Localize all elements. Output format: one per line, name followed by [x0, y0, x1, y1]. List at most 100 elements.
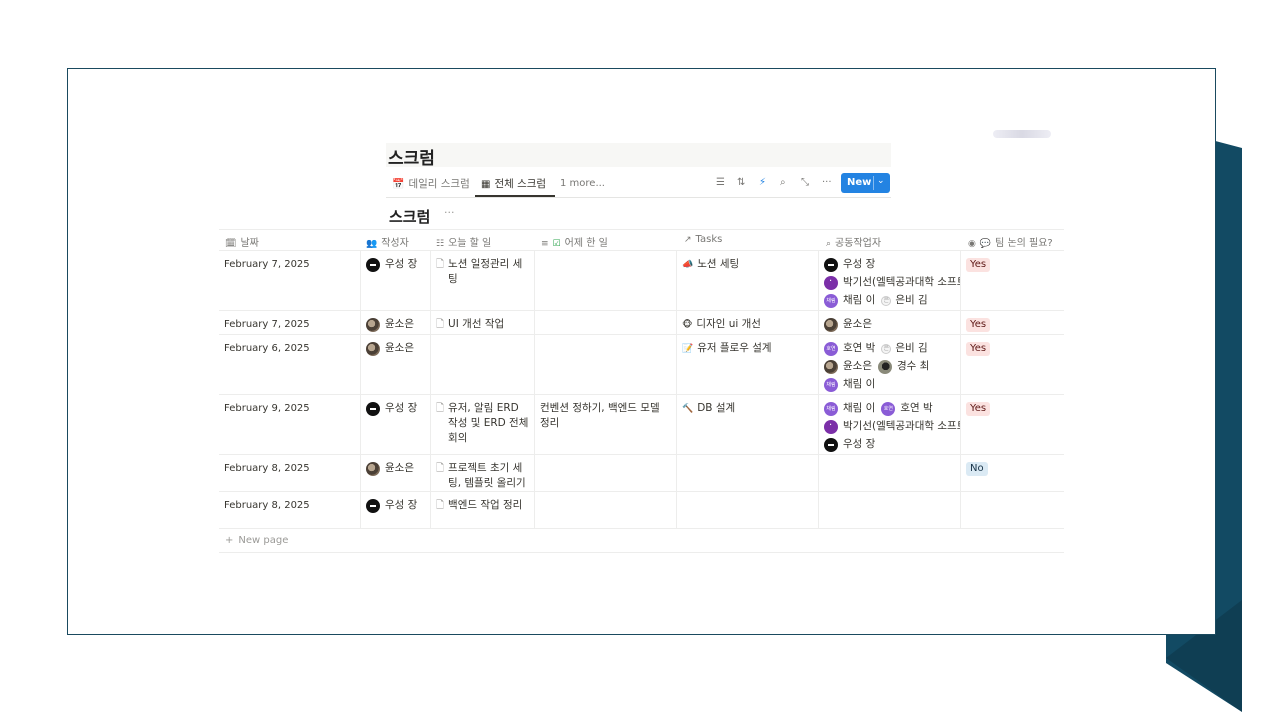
expand-icon[interactable]: ⤡	[801, 177, 809, 188]
avatar: 은	[881, 295, 892, 306]
today-cell[interactable]: 🗋 프로젝트 초기 세팅, 템플릿 올리기	[431, 455, 535, 491]
yesterday-cell[interactable]	[535, 455, 677, 491]
select-icon: ◉	[968, 239, 976, 249]
tasks-cell[interactable]: 🐵 디자인 ui 개선	[677, 311, 819, 334]
date-cell[interactable]: February 6, 2025	[219, 335, 361, 394]
collaborators-cell[interactable]	[819, 455, 961, 491]
discuss-cell[interactable]: Yes	[961, 251, 1064, 310]
filter-icon[interactable]: ☰	[716, 177, 725, 188]
checkbox-icon: ☑	[552, 239, 561, 249]
monkey-icon: 🐵	[682, 320, 693, 330]
date-cell[interactable]: February 7, 2025	[219, 311, 361, 334]
tasks-cell[interactable]: 📣 노션 세팅	[677, 251, 819, 310]
avatar	[824, 359, 838, 374]
discuss-cell[interactable]	[961, 492, 1064, 528]
arrow-relation-icon: ↗	[684, 235, 692, 245]
table-row[interactable]: February 8, 2025 윤소은 🗋 프로젝트 초기 세팅, 템플릿 올리…	[219, 455, 1064, 492]
status-badge: Yes	[966, 402, 991, 416]
avatar	[366, 257, 380, 272]
author-cell[interactable]: 우성 장	[361, 251, 431, 310]
status-badge: No	[966, 462, 988, 476]
author-cell[interactable]: 우성 장	[361, 395, 431, 454]
date-cell[interactable]: February 9, 2025	[219, 395, 361, 454]
column-yesterday[interactable]: ≡ ☑ 어제 한 일	[541, 234, 608, 249]
today-cell[interactable]: 🗋 백엔드 작업 정리	[431, 492, 535, 528]
discuss-cell[interactable]: Yes	[961, 311, 1064, 334]
table-header: 🗓 날짜 👥 작성자 ☷ 오늘 할 일 ≡ ☑ 어제 한 일 ↗ Tasks ⌕ 공동작업자 …	[219, 230, 1064, 251]
chevron-down-icon[interactable]: ⌄	[877, 176, 885, 186]
avatar	[366, 498, 380, 513]
collaborators-cell[interactable]: 우성 장 박기선(엘텍공과대학 소프트웨어학부) 채림채림 이은은비 김	[819, 251, 961, 310]
author-cell[interactable]: 윤소은	[361, 455, 431, 491]
today-cell[interactable]: 🗋 노션 일정관리 세팅	[431, 251, 535, 310]
search-icon[interactable]: ⌕	[780, 177, 786, 188]
page-icon: 🗋	[436, 500, 445, 511]
today-cell[interactable]: 🗋 UI 개선 작업	[431, 311, 535, 334]
search-icon: ⌕	[826, 239, 832, 249]
yesterday-cell[interactable]	[535, 492, 677, 528]
yesterday-cell[interactable]	[535, 251, 677, 310]
today-cell[interactable]: 🗋 유저, 알림 ERD 작성 및 ERD 전체 회의	[431, 395, 535, 454]
avatar	[824, 317, 838, 332]
table-row[interactable]: February 9, 2025 우성 장 🗋 유저, 알림 ERD 작성 및 E…	[219, 395, 1064, 455]
collaborators-cell[interactable]	[819, 492, 961, 528]
collaborators-cell[interactable]: 윤소은	[819, 311, 961, 334]
yesterday-cell[interactable]: 컨벤션 정하기, 백엔드 모델 정리	[535, 395, 677, 454]
database-title[interactable]: 스크럼	[386, 143, 891, 169]
status-badge: Yes	[966, 342, 991, 356]
sort-icon[interactable]: ⇅	[737, 177, 745, 188]
column-tasks[interactable]: ↗ Tasks	[684, 234, 722, 245]
tab-all-scrum[interactable]: ▦ 전체 스크럼	[481, 176, 546, 191]
avatar: 채림	[824, 293, 838, 308]
discuss-cell[interactable]: Yes	[961, 395, 1064, 454]
date-cell[interactable]: February 8, 2025	[219, 455, 361, 491]
tasks-cell[interactable]	[677, 455, 819, 491]
table-row[interactable]: February 6, 2025 윤소은 📝 유저 플로우 설계 호연 호연 박은은…	[219, 335, 1064, 395]
avatar	[877, 359, 892, 374]
calendar-icon: 🗓	[225, 239, 237, 249]
table-row[interactable]: February 7, 2025 윤소은 🗋 UI 개선 작업 🐵 디자인 ui 개…	[219, 311, 1064, 335]
automation-icon[interactable]: ⚡	[759, 177, 766, 188]
avatar	[366, 317, 380, 332]
memo-icon: 📝	[682, 344, 694, 354]
new-button[interactable]: New ⌄	[841, 173, 890, 193]
plus-icon: +	[225, 535, 234, 546]
more-views-link[interactable]: 1 more...	[560, 178, 605, 189]
column-date[interactable]: 🗓 날짜	[225, 234, 259, 249]
date-cell[interactable]: February 7, 2025	[219, 251, 361, 310]
page-icon: 🗋	[436, 259, 445, 270]
tasks-cell[interactable]: 🔨 DB 설계	[677, 395, 819, 454]
status-badge: Yes	[966, 258, 991, 272]
today-cell[interactable]	[431, 335, 535, 394]
author-cell[interactable]: 윤소은	[361, 335, 431, 394]
column-author[interactable]: 👥 작성자	[366, 234, 409, 249]
date-cell[interactable]: February 8, 2025	[219, 492, 361, 528]
more-options-icon[interactable]: ···	[822, 177, 832, 188]
yesterday-cell[interactable]	[535, 311, 677, 334]
column-today[interactable]: ☷ 오늘 할 일	[436, 234, 491, 249]
table-row[interactable]: February 7, 2025 우성 장 🗋 노션 일정관리 세팅 📣 노션 세팅…	[219, 251, 1064, 311]
avatar	[366, 341, 380, 356]
author-cell[interactable]: 우성 장	[361, 492, 431, 528]
view-title[interactable]: 스크럼	[389, 206, 430, 227]
tasks-cell[interactable]: 📝 유저 플로우 설계	[677, 335, 819, 394]
tab-daily-scrum[interactable]: 📅 데일리 스크럼	[392, 176, 470, 191]
avatar: 채림	[824, 401, 838, 416]
collaborators-cell[interactable]: 채림채림 이호연호연 박 박기선(엘텍공과대학 소프트웨어학부) 우성 장	[819, 395, 961, 454]
speech-icon: 💬	[979, 239, 992, 249]
yesterday-cell[interactable]	[535, 335, 677, 394]
collaborators-cell[interactable]: 호연 호연 박 은 은비 김 윤소은 경수 최 채림 채림 이	[819, 335, 961, 394]
avatar	[824, 274, 838, 290]
column-discuss[interactable]: ◉ 💬 팀 논의 필요?	[968, 234, 1053, 249]
author-cell[interactable]: 윤소은	[361, 311, 431, 334]
tasks-cell[interactable]	[677, 492, 819, 528]
new-page-button[interactable]: + New page	[219, 529, 1064, 553]
table-row[interactable]: February 8, 2025 우성 장 🗋 백엔드 작업 정리	[219, 492, 1064, 529]
discuss-cell[interactable]: Yes	[961, 335, 1064, 394]
avatar	[366, 401, 380, 416]
page-icon: 🗋	[436, 403, 445, 414]
checklist-icon: ☷	[436, 239, 445, 249]
column-collaborators[interactable]: ⌕ 공동작업자	[826, 234, 881, 249]
view-menu-icon[interactable]: ···	[444, 206, 455, 219]
discuss-cell[interactable]: No	[961, 455, 1064, 491]
